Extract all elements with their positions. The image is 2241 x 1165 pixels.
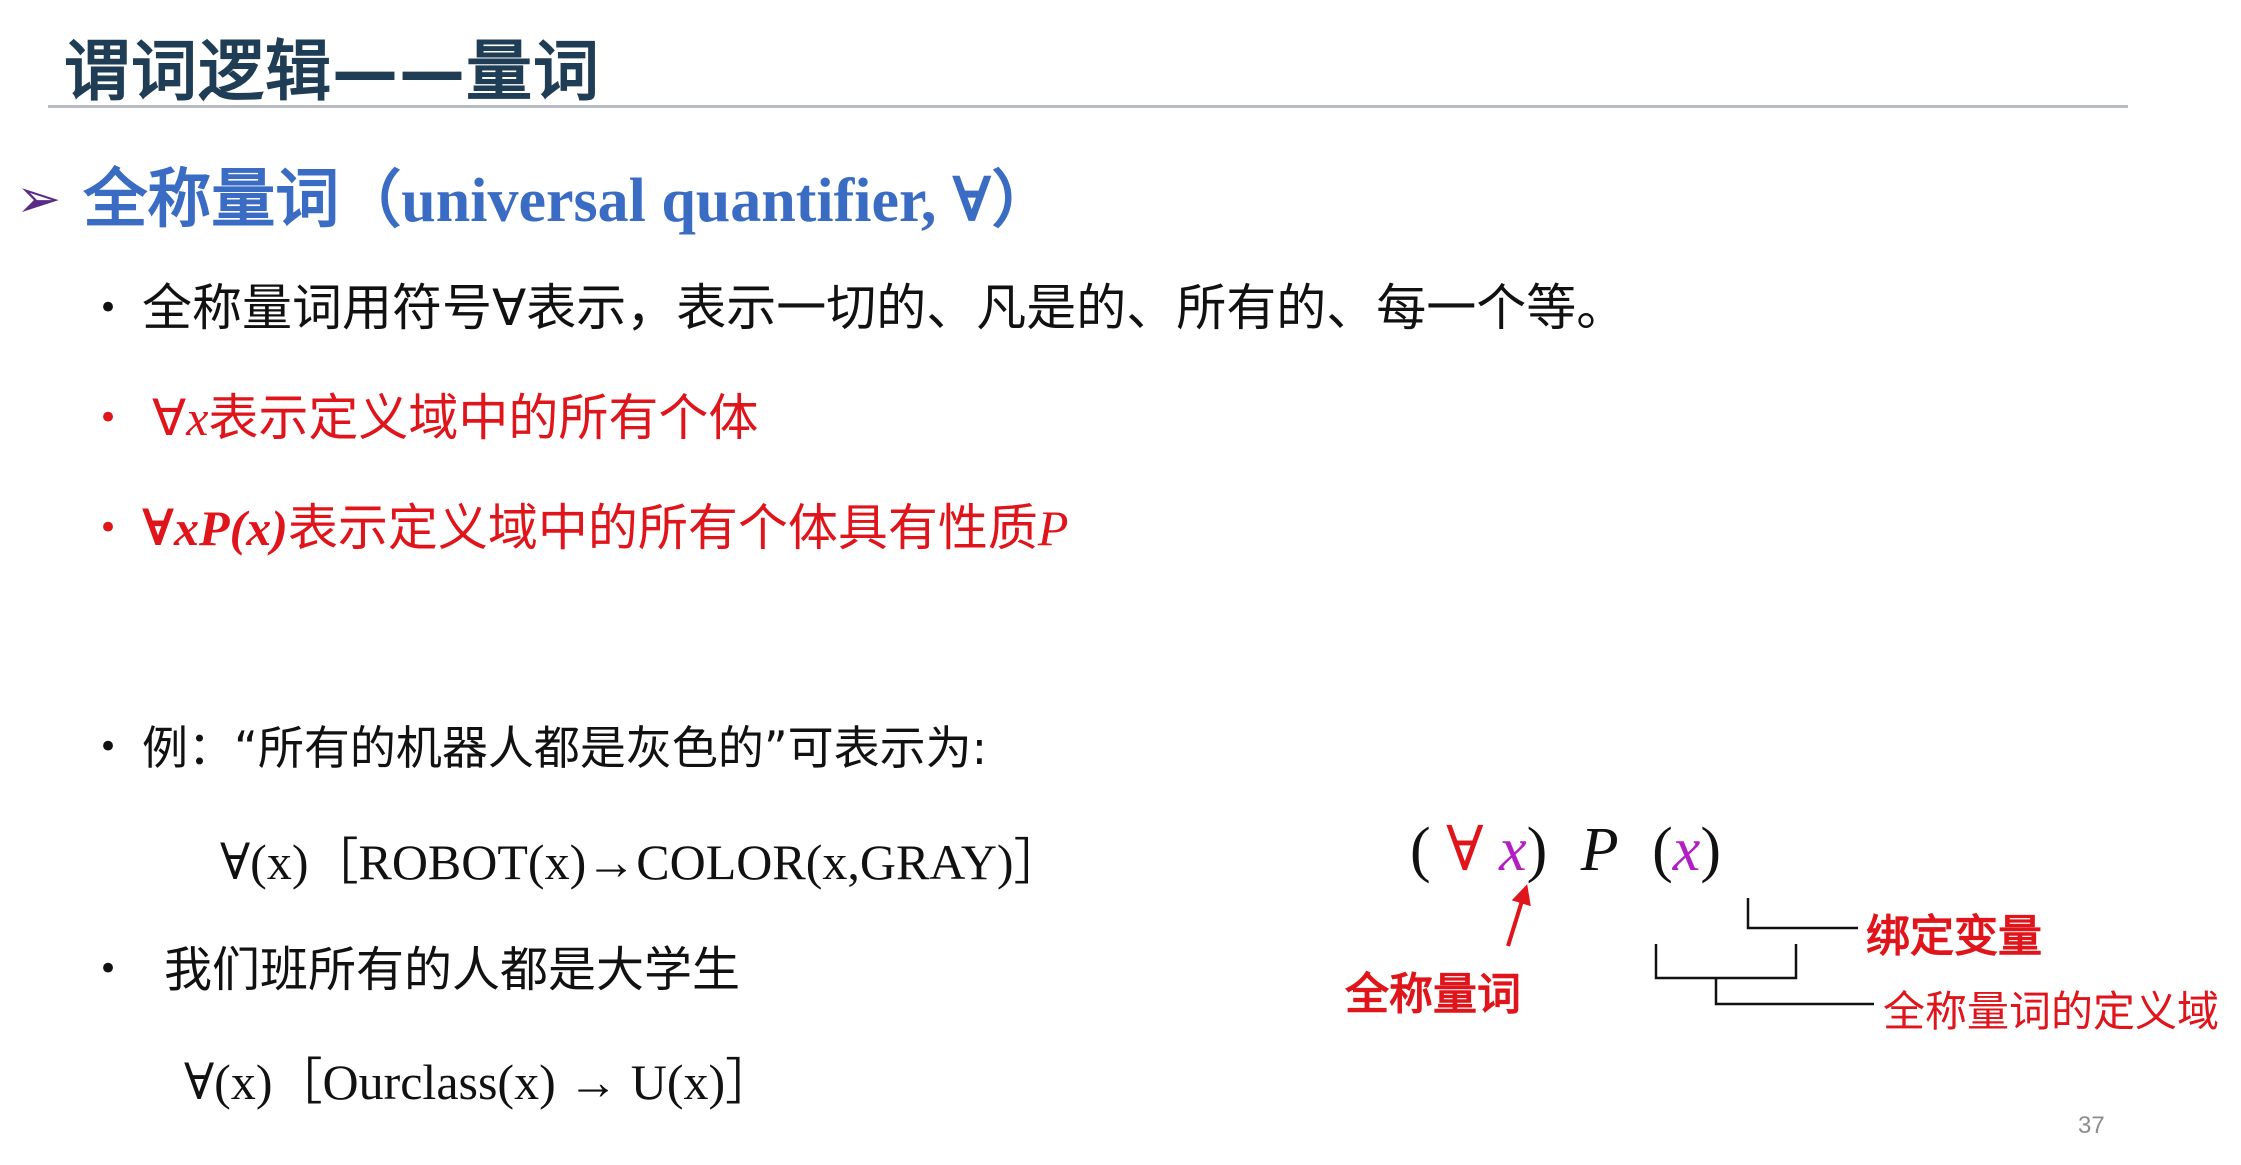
domain-bracket [1654,944,1798,980]
label-quantifier: 全称量词 [1345,969,1521,1020]
label-bound-variable: 绑定变量 [1866,911,2042,962]
domain-connector [1714,978,1874,1006]
label-domain: 全称量词的定义域 [1883,987,2220,1036]
quantifier-arrow [1506,884,1531,947]
page-number: 37 [2078,1112,2105,1139]
bound-var-bracket [1746,898,1858,930]
